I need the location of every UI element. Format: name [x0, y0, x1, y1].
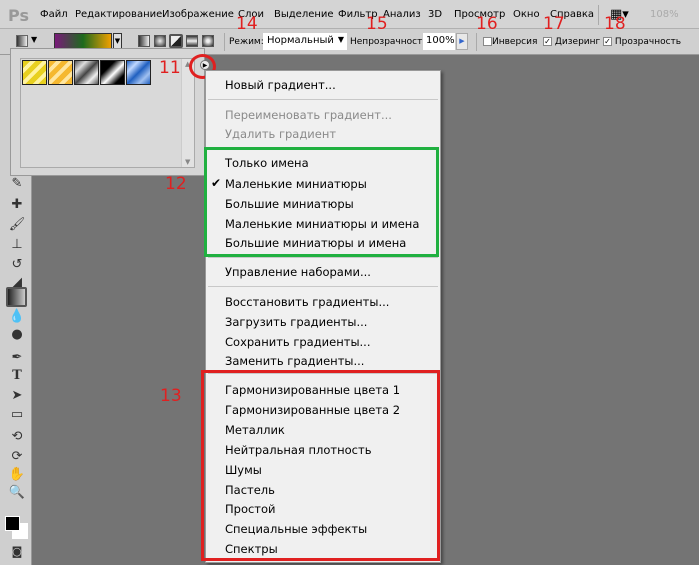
checkbox[interactable]	[483, 37, 492, 46]
checkbox[interactable]: ✓	[603, 37, 612, 46]
reverse-checkbox[interactable]: Инверсия	[483, 37, 537, 47]
dodge-tool-icon[interactable]: ●	[8, 327, 26, 343]
menu-item-new-gradient[interactable]: Новый градиент...	[225, 78, 336, 92]
history-brush-tool-icon[interactable]: ↺	[8, 257, 26, 273]
annotation-18: 18	[604, 14, 626, 34]
chevron-down-icon: ▼	[337, 35, 344, 44]
3d-rotate-tool-icon[interactable]: ⟲	[8, 429, 26, 445]
tool-preset-icon[interactable]	[16, 35, 28, 47]
gradient-swatch-orange[interactable]	[48, 60, 73, 85]
menu-item-save-gradients[interactable]: Сохранить градиенты...	[225, 335, 371, 349]
annotation-14: 14	[236, 14, 258, 34]
checkbox[interactable]: ✓	[543, 37, 552, 46]
mode-value: Нормальный	[267, 35, 334, 46]
menu-separator	[208, 286, 438, 287]
menu-bar: Ps Файл Редактирование Изображение Слои …	[0, 0, 699, 29]
menu-item-load-gradients[interactable]: Загрузить градиенты...	[225, 315, 367, 329]
zoom-level[interactable]: 108%	[650, 9, 679, 20]
quick-mask-icon[interactable]: ◙	[8, 545, 26, 561]
gradient-swatch-blue[interactable]	[126, 60, 151, 85]
dither-label: Дизеринг	[554, 37, 601, 47]
menu-item-replace-gradients[interactable]: Заменить градиенты...	[225, 354, 364, 368]
type-tool-icon[interactable]: T	[8, 368, 26, 384]
menu-select[interactable]: Выделение	[274, 9, 334, 20]
annotation-17: 17	[543, 14, 565, 34]
menu-separator	[208, 99, 438, 100]
annotation-11: 11	[159, 58, 181, 78]
reverse-label: Инверсия	[492, 37, 538, 47]
menu-separator	[208, 257, 438, 258]
menu-image[interactable]: Изображение	[162, 9, 234, 20]
opacity-slider-button[interactable]: ▶	[456, 33, 468, 50]
menu-file[interactable]: Файл	[40, 9, 68, 20]
mode-select[interactable]: Нормальный ▼	[263, 33, 347, 50]
diamond-gradient-icon[interactable]	[202, 35, 214, 47]
annotation-12: 12	[165, 174, 187, 194]
radial-gradient-icon[interactable]	[154, 35, 166, 47]
foreground-color-swatch-top[interactable]	[5, 516, 20, 531]
eyedropper-tool-icon[interactable]: ✎	[8, 176, 26, 192]
divider	[476, 33, 477, 51]
stamp-tool-icon[interactable]: ⊥	[8, 237, 26, 253]
blur-tool-icon[interactable]: 💧	[8, 309, 26, 325]
zoom-tool-icon[interactable]: 🔍	[8, 485, 26, 501]
annotation-green-box	[204, 147, 439, 257]
menu-edit[interactable]: Редактирование	[75, 9, 162, 20]
divider	[598, 5, 599, 25]
menu-item-delete-gradient: Удалить градиент	[225, 127, 337, 141]
hand-tool-icon[interactable]: ✋	[8, 467, 26, 483]
transparency-label: Прозрачность	[614, 37, 682, 47]
gradient-swatch-black-white[interactable]	[100, 60, 125, 85]
3d-orbit-tool-icon[interactable]: ⟳	[8, 449, 26, 465]
menu-analysis[interactable]: Анализ	[383, 9, 421, 20]
reflected-gradient-icon[interactable]	[186, 35, 198, 47]
annotation-16: 16	[476, 14, 498, 34]
menu-item-rename-gradient: Переименовать градиент...	[225, 108, 392, 122]
photoshop-logo: Ps	[8, 6, 29, 25]
mode-label: Режим:	[229, 37, 264, 47]
annotation-13: 13	[160, 386, 182, 406]
gradient-swatch-yellow[interactable]	[22, 60, 47, 85]
opacity-input[interactable]: 100%	[423, 33, 455, 50]
divider	[224, 33, 225, 51]
opacity-label: Непрозрачность:	[350, 37, 431, 47]
linear-gradient-icon[interactable]	[138, 35, 150, 47]
brush-tool-icon[interactable]: 🖌	[8, 217, 26, 233]
menu-item-preset-manager[interactable]: Управление наборами...	[225, 265, 371, 279]
pen-tool-icon[interactable]: ✒	[8, 350, 26, 366]
annotation-15: 15	[366, 14, 388, 34]
rectangle-tool-icon[interactable]: ▭	[8, 407, 26, 423]
gradient-swatch-silver[interactable]	[74, 60, 99, 85]
menu-3d[interactable]: 3D	[428, 9, 442, 20]
path-selection-tool-icon[interactable]: ➤	[8, 388, 26, 404]
menu-item-reset-gradients[interactable]: Восстановить градиенты...	[225, 295, 389, 309]
transparency-checkbox[interactable]: ✓ Прозрачность	[603, 37, 681, 47]
annotation-red-box	[201, 370, 440, 561]
dither-checkbox[interactable]: ✓ Дизеринг	[543, 37, 600, 47]
gradient-tool-icon[interactable]	[6, 287, 27, 307]
angle-gradient-icon[interactable]	[169, 34, 183, 48]
menu-window[interactable]: Окно	[513, 9, 540, 20]
healing-brush-tool-icon[interactable]: ✚	[8, 197, 26, 213]
chevron-down-icon[interactable]: ▼	[31, 35, 37, 44]
